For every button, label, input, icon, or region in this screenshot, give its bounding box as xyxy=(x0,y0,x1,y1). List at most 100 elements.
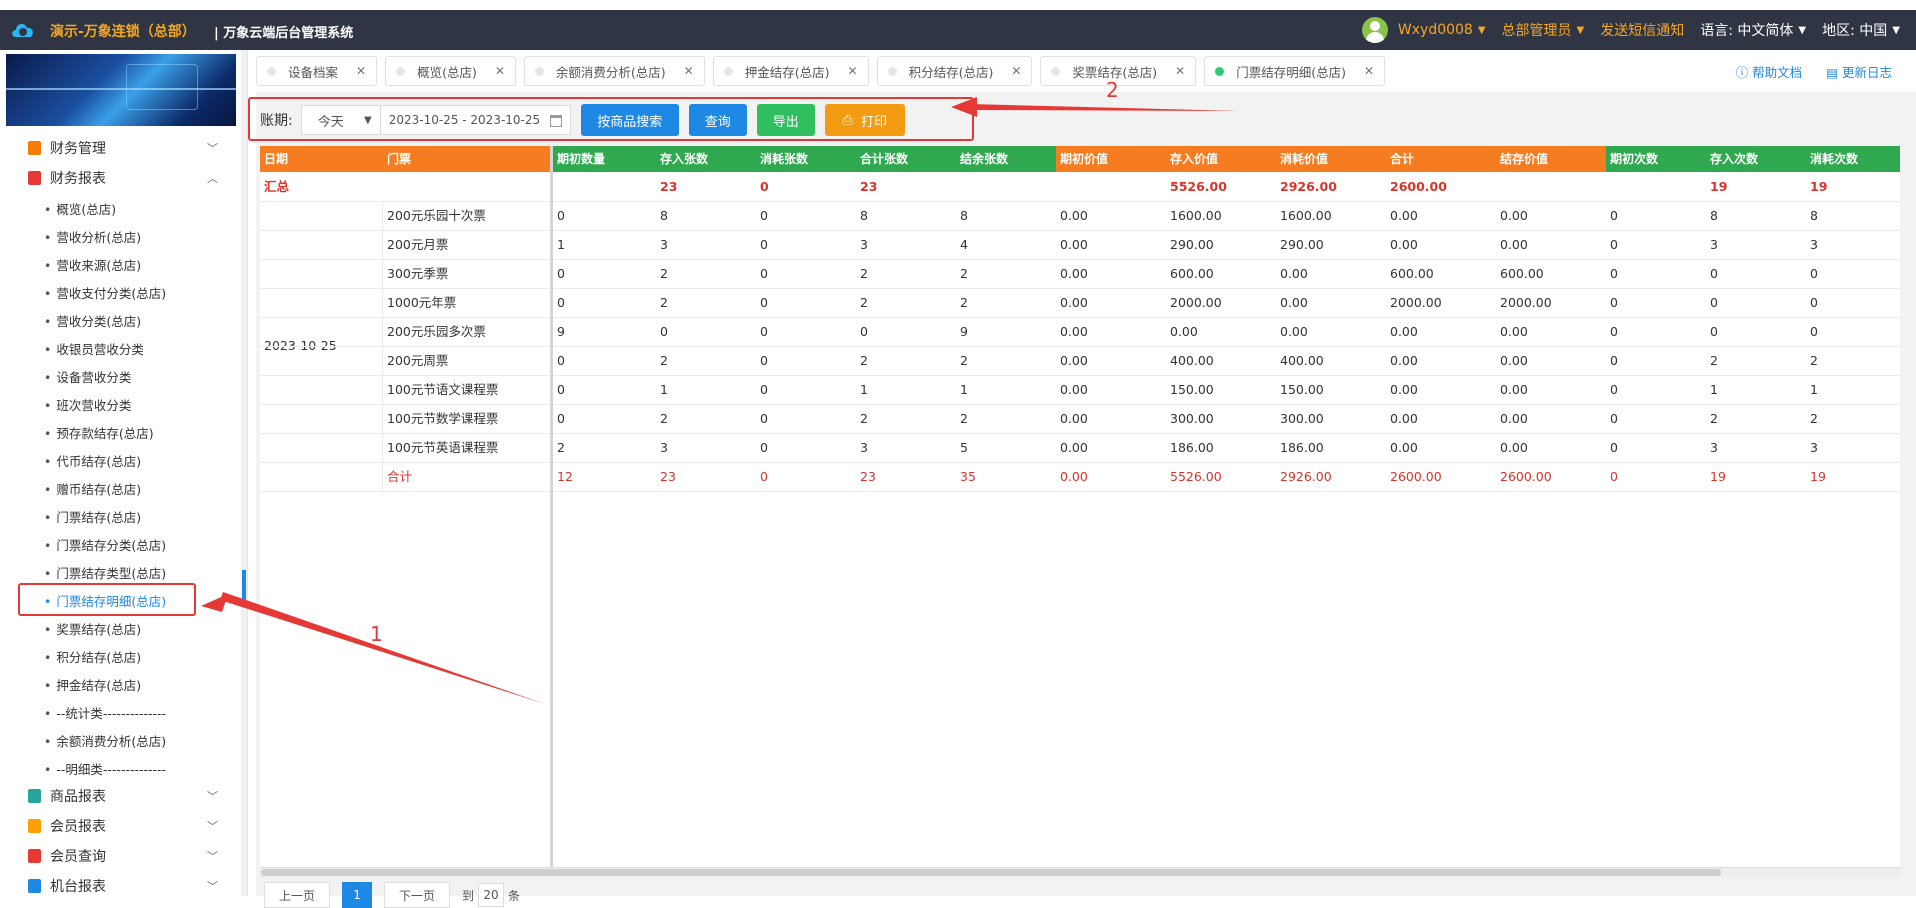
table-cell: 300元季票 xyxy=(387,266,449,281)
horizontal-scroll-thumb[interactable] xyxy=(261,869,1721,876)
sidebar-item[interactable]: 押金结存(总店) xyxy=(44,675,141,694)
tab-1[interactable]: 概览(总店) ✕ xyxy=(385,56,516,86)
column-header[interactable]: 门票 xyxy=(383,146,553,172)
table-cell: 0.00 xyxy=(1280,295,1308,310)
column-header[interactable]: 期初价值 xyxy=(1056,146,1166,172)
sidebar-item[interactable]: 概览(总店) xyxy=(44,199,116,218)
table-cell: 0 xyxy=(760,440,768,455)
top-strip xyxy=(0,0,1916,10)
chevron-down-icon: ▼ xyxy=(1892,24,1900,36)
sidebar-scrollbar[interactable] xyxy=(241,50,247,896)
sidebar-item[interactable]: --统计类-------------- xyxy=(44,703,166,722)
table-cell xyxy=(1606,172,1610,201)
sidebar-item[interactable]: --明细类-------------- xyxy=(44,759,166,778)
help-links: ⓘ 帮助文档 ▤ 更新日志 xyxy=(1736,62,1916,81)
page-1[interactable]: 1 xyxy=(342,882,373,908)
language-menu[interactable]: 语言: 中文简体 ▼ xyxy=(1700,20,1806,40)
column-header[interactable]: 存入价值 xyxy=(1166,146,1276,172)
sidebar-item[interactable]: 门票结存(总店) xyxy=(44,507,141,526)
sms-link[interactable]: 发送短信通知 xyxy=(1600,20,1684,40)
region-label: 地区: xyxy=(1822,23,1855,39)
table-cell: 0 xyxy=(1610,440,1618,455)
chevron-down-icon: ﹀ xyxy=(207,790,218,803)
table-cell: 186.00 xyxy=(1280,440,1324,455)
sidebar-item[interactable]: 设备营收分类 xyxy=(44,367,131,386)
table-cell: 300.00 xyxy=(1280,411,1324,426)
role-menu[interactable]: 总部管理员 ▼ xyxy=(1502,20,1585,40)
sidebar-item[interactable]: 余额消费分析(总店) xyxy=(44,731,166,750)
sidebar-item[interactable]: 营收来源(总店) xyxy=(44,255,141,274)
status-dot-icon xyxy=(723,66,733,76)
table-cell: 0 xyxy=(760,382,768,397)
column-header[interactable]: 存入张数 xyxy=(656,146,756,172)
chevron-down-icon: ▼ xyxy=(1477,24,1486,36)
sidebar-item[interactable]: 营收分析(总店) xyxy=(44,227,141,246)
column-header[interactable]: 期初数量 xyxy=(553,146,656,172)
table-cell: 2 xyxy=(1810,411,1818,426)
sidebar-item[interactable]: 奖票结存(总店) xyxy=(44,619,141,638)
close-icon[interactable]: ✕ xyxy=(356,64,366,78)
next-page-button[interactable]: 下一页 xyxy=(384,882,451,908)
region-menu[interactable]: 地区: 中国 ▼ xyxy=(1822,20,1900,40)
close-icon[interactable]: ✕ xyxy=(684,64,694,78)
table-cell: 0.00 xyxy=(1390,237,1418,252)
sidebar-item[interactable]: 代币结存(总店) xyxy=(44,451,141,470)
sidebar-group-5[interactable]: 机台报表 ﹀ xyxy=(28,876,218,896)
table-cell: 0 xyxy=(1810,266,1818,281)
table-cell: 200元乐园十次票 xyxy=(387,208,486,223)
close-icon[interactable]: ✕ xyxy=(1011,64,1021,78)
role-label: 总部管理员 xyxy=(1501,23,1572,39)
column-header[interactable]: 消耗价值 xyxy=(1276,146,1386,172)
sidebar-group-4[interactable]: 会员查询 ﹀ xyxy=(28,846,218,866)
prev-page-button[interactable]: 上一页 xyxy=(264,882,331,908)
page-size-input[interactable]: 20 xyxy=(478,883,505,907)
column-header[interactable]: 合计 xyxy=(1386,146,1496,172)
sidebar-group-1[interactable]: 财务报表 ︿ xyxy=(28,168,218,188)
pagination: 上一页 1 下一页 到 20 条 xyxy=(264,882,520,908)
column-header[interactable]: 消耗张数 xyxy=(756,146,856,172)
column-header[interactable]: 期初次数 xyxy=(1606,146,1706,172)
table-cell: 0 xyxy=(660,324,668,339)
sidebar-group-3[interactable]: 会员报表 ﹀ xyxy=(28,816,218,836)
sidebar-item[interactable]: 班次营收分类 xyxy=(44,395,131,414)
header-right: Wxyd0008 ▼ 总部管理员 ▼ 发送短信通知 语言: 中文简体 ▼ 地区: 中国… xyxy=(1361,10,1916,50)
table-cell: 3 xyxy=(660,237,668,252)
column-header[interactable]: 结存价值 xyxy=(1496,146,1606,172)
user-menu[interactable]: Wxyd0008 ▼ xyxy=(1361,17,1486,43)
sidebar-item[interactable]: 收银员营收分类 xyxy=(44,339,144,358)
table-cell xyxy=(383,172,387,201)
column-header[interactable]: 存入次数 xyxy=(1706,146,1806,172)
sidebar-item[interactable]: 营收支付分类(总店) xyxy=(44,283,166,302)
column-header[interactable]: 消耗次数 xyxy=(1806,146,1900,172)
sidebar-item[interactable]: 门票结存类型(总店) xyxy=(44,563,166,582)
tab-2[interactable]: 余额消费分析(总店) ✕ xyxy=(523,56,705,86)
table-cell: 23 xyxy=(660,469,676,484)
brand-title[interactable]: 演示-万象连锁（总部） xyxy=(50,21,196,41)
sidebar-group-0[interactable]: 财务管理 ﹀ xyxy=(28,138,218,158)
tab-3[interactable]: 押金结存(总店) ✕ xyxy=(712,56,869,86)
close-icon[interactable]: ✕ xyxy=(848,64,858,78)
close-icon[interactable]: ✕ xyxy=(1364,64,1374,78)
sidebar-item[interactable]: 预存款结存(总店) xyxy=(44,423,153,442)
help-doc-link[interactable]: ⓘ 帮助文档 xyxy=(1736,62,1815,81)
horizontal-scrollbar[interactable] xyxy=(261,868,1901,877)
tab-6[interactable]: 门票结存明细(总店) ✕ xyxy=(1204,56,1386,86)
tab-label: 设备档案 xyxy=(288,64,339,80)
column-header[interactable]: 日期 xyxy=(260,146,383,172)
tab-4[interactable]: 积分结存(总店) ✕ xyxy=(876,56,1033,86)
table-cell: 600.00 xyxy=(1390,266,1434,281)
sidebar-item[interactable]: 营收分类(总店) xyxy=(44,311,141,330)
sidebar-group-2[interactable]: 商品报表 ﹀ xyxy=(28,786,218,806)
report-icon xyxy=(28,849,41,863)
tab-0[interactable]: 设备档案 ✕ xyxy=(256,56,378,86)
column-header[interactable]: 结余张数 xyxy=(956,146,1056,172)
sidebar-item[interactable]: 赠币结存(总店) xyxy=(44,479,141,498)
column-header[interactable]: 合计张数 xyxy=(856,146,956,172)
update-log-link[interactable]: ▤ 更新日志 xyxy=(1826,62,1904,81)
table-cell: 2 xyxy=(860,295,868,310)
close-icon[interactable]: ✕ xyxy=(1175,64,1185,78)
sidebar-item[interactable]: 积分结存(总店) xyxy=(44,647,141,666)
sidebar-item[interactable]: 门票结存分类(总店) xyxy=(44,535,166,554)
sidebar-scroll-thumb[interactable] xyxy=(242,570,246,600)
close-icon[interactable]: ✕ xyxy=(495,64,505,78)
